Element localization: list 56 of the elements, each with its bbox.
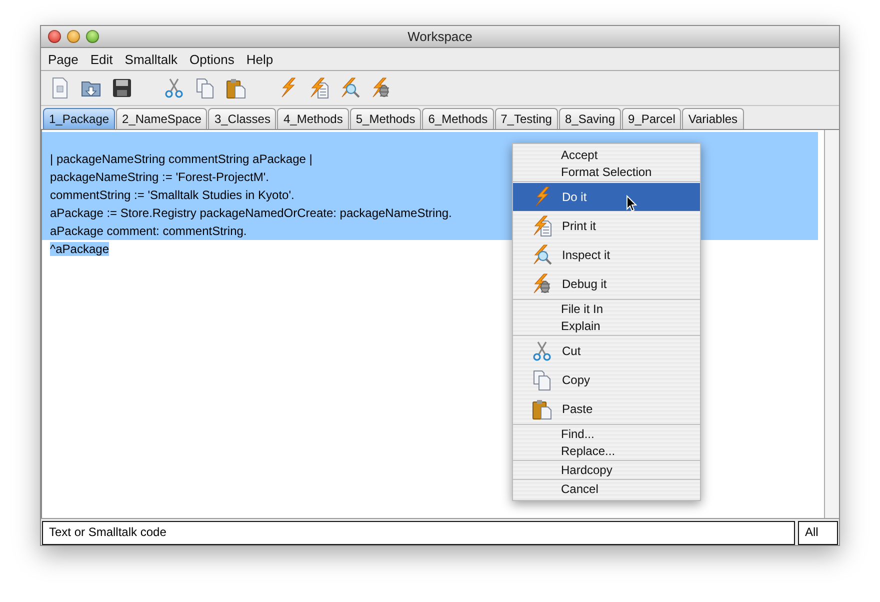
- menu-item[interactable]: Paste: [513, 395, 700, 423]
- lightning-bug-icon[interactable]: [370, 77, 392, 99]
- menu-item[interactable]: Edit: [84, 52, 119, 66]
- status-field: Text or Smalltalk code: [42, 521, 795, 545]
- menu-item[interactable]: Cancel: [513, 481, 700, 497]
- tab[interactable]: 5_Methods: [350, 108, 422, 129]
- menu-item[interactable]: Explain: [513, 318, 700, 334]
- copy-icon: [531, 369, 553, 391]
- menu-item[interactable]: Do it: [513, 183, 700, 211]
- menu-item[interactable]: Replace...: [513, 443, 700, 459]
- cut-icon: [531, 340, 553, 362]
- tab[interactable]: 4_Methods: [277, 108, 349, 129]
- paste-icon[interactable]: [225, 77, 247, 99]
- menu-item[interactable]: Print it: [513, 212, 700, 240]
- lightning-bug-icon: [531, 273, 553, 295]
- menu-item[interactable]: Hardcopy: [513, 462, 700, 478]
- scope-field[interactable]: All: [798, 521, 838, 545]
- tab[interactable]: 7_Testing: [494, 108, 558, 129]
- tab[interactable]: 6_Methods: [422, 108, 494, 129]
- menu-item[interactable]: Inspect it: [513, 241, 700, 269]
- cursor-icon: [626, 195, 637, 212]
- tab[interactable]: 9_Parcel: [622, 108, 682, 129]
- menu-item[interactable]: Smalltalk: [118, 52, 184, 66]
- menu-item[interactable]: Cut: [513, 337, 700, 365]
- code-line: commentString := 'Smalltalk Studies in Kyoto'.: [50, 188, 294, 202]
- zoom-button[interactable]: [86, 30, 99, 43]
- menu-item[interactable]: Format Selection: [513, 164, 700, 180]
- save-icon[interactable]: [111, 77, 133, 99]
- menu-item[interactable]: Help: [240, 52, 280, 66]
- lightning-magnifier-icon[interactable]: [339, 77, 361, 99]
- tab[interactable]: 1_Package: [43, 108, 116, 129]
- lightning-magnifier-icon: [531, 244, 553, 266]
- code-line: packageNameString := 'Forest-ProjectM'.: [50, 170, 269, 184]
- tab[interactable]: 8_Saving: [558, 108, 622, 129]
- code-line: aPackage := Store.Registry packageNamedOrCreate: packageNameString.: [50, 206, 452, 220]
- lightning-page-icon[interactable]: [308, 77, 330, 99]
- menu-item[interactable]: File it In: [513, 301, 700, 317]
- cut-icon[interactable]: [163, 77, 185, 99]
- tab[interactable]: Variables: [682, 108, 744, 129]
- menu-item[interactable]: Copy: [513, 366, 700, 394]
- minimize-button[interactable]: [67, 30, 80, 43]
- paste-icon: [531, 398, 553, 420]
- lightning-page-icon: [531, 215, 553, 237]
- close-button[interactable]: [48, 30, 61, 43]
- menu-item[interactable]: Options: [184, 52, 240, 66]
- menu-item[interactable]: Accept: [513, 147, 700, 163]
- menu-item[interactable]: Find...: [513, 426, 700, 442]
- window-title: Workspace: [408, 29, 472, 44]
- tab[interactable]: 3_Classes: [208, 108, 276, 129]
- tab[interactable]: 2_NameSpace: [116, 108, 208, 129]
- code-line: | packageNameString commentString aPackage |: [50, 152, 312, 166]
- menu-item[interactable]: Debug it: [513, 270, 700, 298]
- scrollbar[interactable]: [824, 130, 839, 518]
- code-line: aPackage comment: commentString.: [50, 224, 247, 238]
- copy-icon[interactable]: [194, 77, 216, 99]
- menu-item[interactable]: Page: [42, 52, 84, 66]
